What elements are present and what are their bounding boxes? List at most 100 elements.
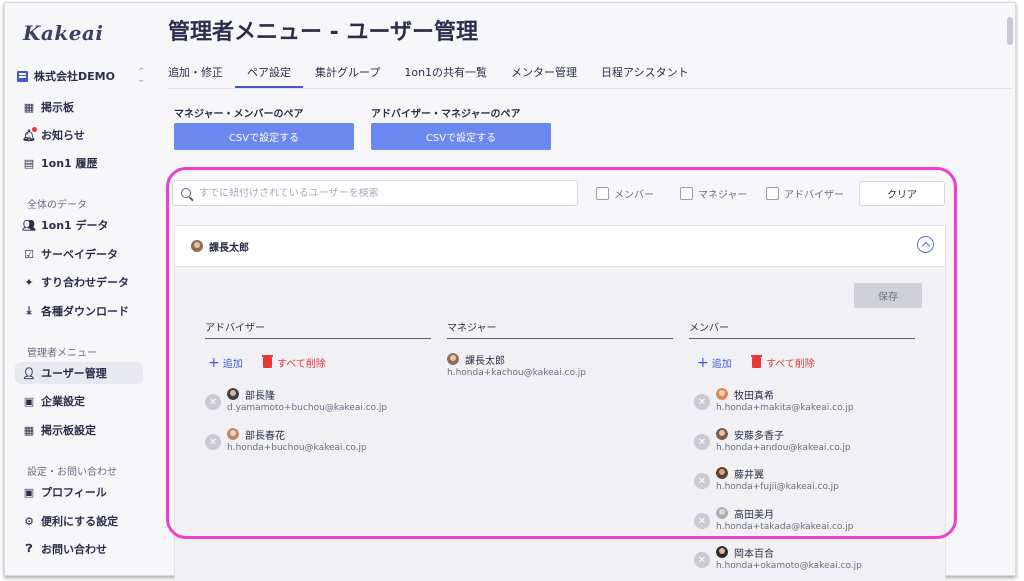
pair-advisor-manager-label: アドバイザー・マネジャーのペア — [371, 109, 521, 120]
advisor-delete-all-button[interactable]: すべて削除 — [262, 355, 326, 370]
sidebar-item-contact[interactable]: ❓︎ お問い合わせ — [15, 538, 143, 560]
filter-label: マネジャー — [698, 190, 748, 201]
sidebar-item-convenience[interactable]: ⚙ 便利にする設定 — [15, 510, 143, 532]
sidebar-item-company-settings[interactable]: ▣ 企業設定 — [15, 390, 143, 412]
board-icon: ▦ — [23, 100, 35, 114]
board-settings-icon: ▦ — [23, 423, 35, 437]
sidebar-section-admin: 管理者メニュー — [27, 348, 97, 359]
person-name: 高田美月 — [734, 510, 774, 521]
list-item: ✕ 藤井翼 h.honda+fujii@kakeai.co.jp — [694, 467, 914, 497]
trash-icon — [262, 355, 273, 368]
save-button[interactable]: 保存 — [854, 283, 922, 308]
person-email: d.yamamoto+buchou@kakeai.co.jp — [227, 403, 388, 413]
sidebar-item-notifications[interactable]: 🔔︎ お知らせ — [15, 124, 143, 146]
sidebar-item-label: 1on1 データ — [41, 219, 109, 232]
tab-aggregate-group[interactable]: 集計グループ — [315, 62, 380, 88]
list-item: ✕ 牧田真希 h.honda+makita@kakeai.co.jp — [694, 388, 914, 418]
checkbox[interactable] — [596, 187, 609, 200]
sidebar-item-match-data[interactable]: ✦ すり合わせデータ — [15, 271, 143, 293]
tab-divider — [168, 88, 1012, 89]
person-email: h.honda+fujii@kakeai.co.jp — [716, 482, 839, 492]
sidebar-section-settings: 設定・お問い合わせ — [27, 467, 117, 478]
delete-all-label: すべて削除 — [766, 359, 815, 370]
sidebar-item-label: 1on1 履歴 — [41, 157, 98, 170]
person-email: h.honda+okamoto@kakeai.co.jp — [716, 561, 862, 571]
tab-pair-settings[interactable]: ペア設定 — [235, 62, 303, 88]
avatar — [716, 388, 728, 400]
person-email: h.honda+takada@kakeai.co.jp — [716, 522, 854, 532]
filter-advisor[interactable]: アドバイザー — [766, 186, 844, 201]
company-selector[interactable]: 株式会社DEMO ⌃ ⌄ — [17, 67, 145, 85]
remove-icon[interactable]: ✕ — [694, 434, 710, 450]
checkbox[interactable] — [766, 187, 779, 200]
sidebar-item-user-management[interactable]: 👤︎ ユーザー管理 — [15, 362, 143, 384]
clear-button[interactable]: クリア — [859, 181, 945, 206]
delete-all-label: すべて削除 — [277, 359, 326, 370]
list-item: ✕ 安藤多香子 h.honda+andou@kakeai.co.jp — [694, 428, 914, 458]
sidebar-item-label: 企業設定 — [41, 395, 85, 408]
tab-mentor[interactable]: メンター管理 — [511, 62, 577, 88]
sidebar-item-label: 掲示板設定 — [41, 424, 96, 437]
checkbox[interactable] — [680, 187, 693, 200]
sidebar-item-profile[interactable]: ▣ プロフィール — [15, 481, 143, 503]
remove-icon[interactable]: ✕ — [694, 552, 710, 568]
member-delete-all-button[interactable]: すべて削除 — [751, 355, 815, 370]
filter-member[interactable]: メンバー — [596, 186, 654, 201]
unread-badge — [32, 127, 37, 132]
app-logo[interactable]: Kakeai — [23, 21, 103, 45]
sidebar-item-label: 便利にする設定 — [41, 515, 119, 528]
avatar — [716, 428, 728, 440]
remove-icon[interactable]: ✕ — [205, 434, 221, 450]
sidebar-item-board-settings[interactable]: ▦ 掲示板設定 — [15, 419, 143, 441]
sidebar-item-downloads[interactable]: ⤓ 各種ダウンロード — [15, 300, 143, 322]
sidebar-item-1on1-data[interactable]: 👥︎ 1on1 データ — [15, 214, 143, 236]
remove-icon[interactable]: ✕ — [694, 513, 710, 529]
add-label: 追加 — [222, 359, 243, 370]
download-icon: ⤓ — [26, 304, 32, 317]
sidebar-item-history[interactable]: ▤ 1on1 履歴 — [15, 152, 143, 174]
list-item: 課長太郎 h.honda+kachou@kakeai.co.jp — [447, 353, 667, 383]
person-email: h.honda+andou@kakeai.co.jp — [716, 443, 851, 453]
filter-manager[interactable]: マネジャー — [680, 186, 748, 201]
chevron-up-icon[interactable] — [917, 236, 934, 253]
remove-icon[interactable]: ✕ — [694, 473, 710, 489]
csv-manager-member-button[interactable]: CSVで設定する — [174, 123, 354, 150]
remove-icon[interactable]: ✕ — [205, 394, 221, 410]
person-name: 牧田真希 — [734, 391, 774, 402]
avatar — [716, 507, 728, 519]
pair-panel-header[interactable]: 課長太郎 — [174, 225, 946, 267]
member-add-button[interactable]: + 追加 — [697, 354, 732, 371]
avatar — [447, 353, 459, 365]
sidebar-item-label: プロフィール — [41, 486, 107, 499]
csv-advisor-manager-button[interactable]: CSVで設定する — [371, 123, 551, 150]
plus-icon: + — [697, 354, 709, 371]
help-icon: ❓︎ — [25, 542, 33, 555]
profile-icon: ▣ — [23, 485, 35, 499]
remove-icon[interactable]: ✕ — [694, 394, 710, 410]
sidebar-item-label: ユーザー管理 — [41, 367, 107, 380]
sidebar-item-survey-data[interactable]: ☑ サーベイデータ — [15, 243, 143, 265]
sidebar-item-board[interactable]: ▦ 掲示板 — [15, 96, 143, 118]
advisor-add-button[interactable]: + 追加 — [208, 354, 243, 371]
company-name: 株式会社DEMO — [34, 70, 115, 83]
company-icon: ▣ — [23, 394, 35, 408]
scrollbar-thumb[interactable] — [1007, 17, 1013, 45]
tab-1on1-share[interactable]: 1on1の共有一覧 — [404, 62, 487, 88]
plus-icon: + — [208, 354, 220, 371]
page-title: 管理者メニュー - ユーザー管理 — [168, 20, 479, 45]
tab-add-edit[interactable]: 追加・修正 — [168, 62, 223, 88]
people-icon: 👥︎ — [22, 218, 36, 232]
search-input[interactable] — [199, 187, 559, 199]
gear-icon: ⚙ — [24, 514, 34, 528]
sidebar: Kakeai 株式会社DEMO ⌃ ⌄ ▦ 掲示板 🔔︎ お知らせ ▤ 1on1 … — [5, 3, 155, 575]
tab-bar: 追加・修正 ペア設定 集計グループ 1on1の共有一覧 メンター管理 日程アシス… — [168, 62, 713, 88]
person-name: 部長春花 — [245, 431, 285, 442]
bell-icon: 🔔︎ — [22, 127, 37, 142]
person-name: 藤井翼 — [734, 470, 764, 481]
history-icon: ▤ — [23, 156, 35, 170]
building-icon — [17, 70, 28, 82]
avatar — [191, 240, 203, 252]
avatar — [716, 467, 728, 479]
tab-schedule-assistant[interactable]: 日程アシスタント — [601, 62, 689, 88]
list-item: ✕ 高田美月 h.honda+takada@kakeai.co.jp — [694, 507, 914, 537]
